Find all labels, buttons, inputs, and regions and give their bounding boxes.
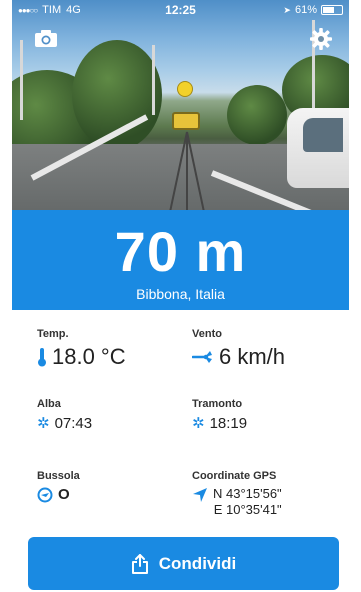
temperature-cell: Temp. 18.0 °C: [37, 328, 126, 370]
altitude-value: 70 m: [114, 220, 247, 283]
sunrise-cell: Alba ✲ 07:43: [37, 398, 92, 432]
temperature-value: 18.0 °C: [52, 344, 126, 369]
bush-right: [227, 85, 287, 145]
compass-label: Bussola: [37, 470, 80, 482]
tripod-leg: [186, 132, 188, 210]
thermometer-icon: [38, 348, 46, 367]
battery-percent: 61%: [294, 4, 317, 16]
wind-cell: Vento 6 km/h: [192, 328, 285, 370]
wind-value: 6 km/h: [219, 344, 286, 369]
sunset-icon: ✲: [192, 415, 205, 432]
share-button[interactable]: Condividi: [28, 537, 339, 590]
settings-button[interactable]: [309, 27, 333, 51]
wind-label: Vento: [192, 328, 222, 340]
gear-icon: [310, 28, 332, 50]
sunrise-label: Alba: [37, 398, 61, 410]
battery-icon: [321, 5, 343, 15]
status-bar: ●●●○○ TIM 4G 12:25 ➤ 61%: [12, 0, 349, 20]
sunrise-value: 07:43: [54, 414, 93, 432]
gps-longitude: E 10°35'41": [213, 502, 282, 517]
measure-device: [172, 112, 200, 130]
photo-preview: [12, 0, 349, 210]
temperature-label: Temp.: [37, 328, 69, 340]
altitude-banner: 70 m Bibbona, Italia: [12, 210, 349, 310]
compass-icon: [37, 487, 53, 502]
camera-button[interactable]: [34, 28, 58, 48]
battery-info: ➤ 61%: [283, 4, 343, 16]
car-window: [303, 118, 343, 152]
share-label: Condividi: [158, 553, 237, 573]
sunset-cell: Tramonto ✲ 18:19: [192, 398, 247, 432]
location-services-icon: ➤: [283, 4, 291, 15]
location-name: Bibbona, Italia: [136, 286, 225, 302]
compass-value: O: [58, 486, 70, 503]
sunset-value: 18:19: [209, 414, 248, 432]
share-icon: [131, 553, 148, 574]
street-lamp-left: [20, 40, 23, 120]
wind-icon: [192, 351, 212, 363]
street-lamp-center: [152, 45, 155, 115]
compass-cell: Bussola O: [37, 470, 80, 503]
gps-cell: Coordinate GPS N 43°15'56" E 10°35'41": [192, 470, 282, 518]
location-arrow-icon: [193, 488, 207, 502]
gps-latitude: N 43°15'56": [213, 486, 282, 501]
sunrise-icon: ✲: [37, 415, 50, 432]
measure-device-top: [178, 82, 192, 96]
gps-label: Coordinate GPS: [192, 470, 277, 482]
camera-icon: [35, 30, 57, 47]
sunset-label: Tramonto: [192, 398, 243, 410]
